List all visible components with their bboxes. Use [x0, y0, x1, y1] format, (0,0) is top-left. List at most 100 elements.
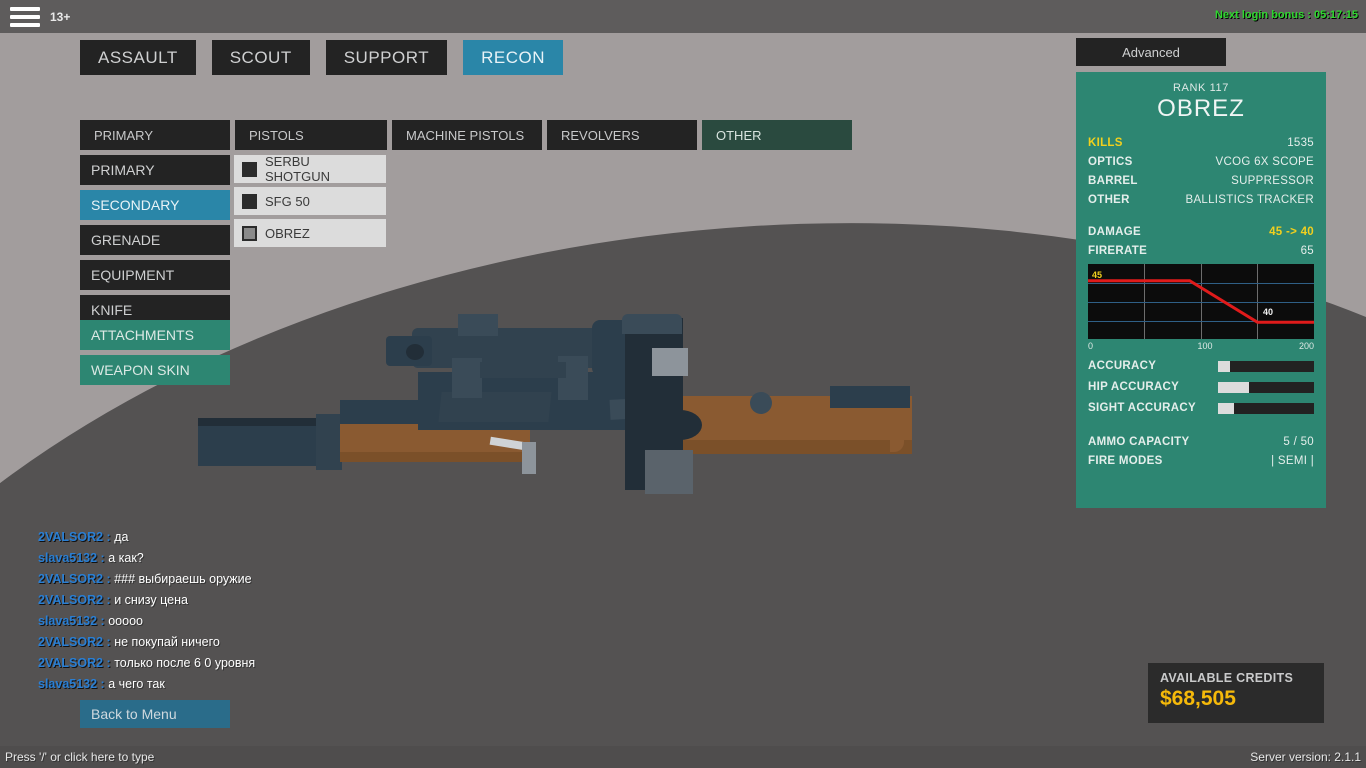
- chat-username: 2VALSOR2 :: [38, 593, 111, 607]
- chat-text: да: [114, 530, 129, 544]
- chat-username: slava5132 :: [38, 614, 105, 628]
- chart-line: [1088, 279, 1314, 324]
- class-tab-recon[interactable]: RECON: [463, 40, 563, 75]
- stat-value: 5 / 50: [1283, 436, 1314, 448]
- credits-amount: $68,505: [1160, 687, 1236, 710]
- weapon-list-item-serbu-shotgun[interactable]: SERBU SHOTGUN: [234, 154, 386, 184]
- weapon-model-obrez: [190, 300, 920, 520]
- chat-message: slava5132 : ооооо: [38, 614, 458, 628]
- advanced-button[interactable]: Advanced: [1076, 38, 1226, 66]
- category-tab-other[interactable]: OTHER: [702, 120, 852, 150]
- x-tick-200: 200: [1298, 341, 1314, 351]
- chat-message: slava5132 : а чего так: [38, 677, 458, 691]
- slot-secondary[interactable]: SECONDARY: [80, 190, 230, 220]
- category-tab-machine-pistols[interactable]: MACHINE PISTOLS: [392, 120, 542, 150]
- category-tab-pistols[interactable]: PISTOLS: [235, 120, 387, 150]
- class-tab-assault[interactable]: ASSAULT: [80, 40, 196, 75]
- login-bonus-timer: Next login bonus : 05:17:15: [1214, 9, 1358, 21]
- stat-row-ammo-capacity: AMMO CAPACITY 5 / 50: [1088, 436, 1314, 448]
- attachments-button[interactable]: ATTACHMENTS: [80, 320, 230, 350]
- chat-text: ооооо: [108, 614, 143, 628]
- accuracy-row: ACCURACY: [1088, 360, 1314, 372]
- stat-value: 1535: [1287, 137, 1314, 149]
- accuracy-bar: [1218, 360, 1314, 372]
- weapon-list-item-obrez[interactable]: OBREZ: [234, 219, 386, 247]
- stat-row-fire-modes: FIRE MODES | SEMI |: [1088, 455, 1314, 467]
- class-tab-scout[interactable]: SCOUT: [211, 40, 310, 75]
- chart-x-axis: 0 100 200: [1088, 341, 1314, 351]
- stat-key: OPTICS: [1088, 156, 1133, 168]
- stat-key: KILLS: [1088, 137, 1123, 149]
- weapon-title: OBREZ: [1157, 95, 1245, 122]
- credits-label: AVAILABLE CREDITS: [1160, 671, 1294, 685]
- chat-text: только после 6 0 уровня: [114, 656, 256, 670]
- damage-falloff-chart: 45 40: [1088, 264, 1314, 339]
- loadout-slot-list: PRIMARY SECONDARY GRENADE EQUIPMENT KNIF…: [80, 155, 230, 330]
- game-screen: 13+ Next login bonus : 05:17:15 ASSAULT …: [0, 0, 1366, 768]
- chat-message: slava5132 : а как?: [38, 551, 458, 565]
- chat-username: 2VALSOR2 :: [38, 635, 111, 649]
- weapon-skin-button[interactable]: WEAPON SKIN: [80, 355, 230, 385]
- chat-username: 2VALSOR2 :: [38, 572, 111, 586]
- bottom-bar: Press '/' or click here to type Server v…: [0, 746, 1366, 768]
- sight-accuracy-row: SIGHT ACCURACY: [1088, 402, 1314, 414]
- hamburger-menu-icon[interactable]: [10, 7, 40, 27]
- stat-key: OTHER: [1088, 194, 1130, 206]
- x-tick-0: 0: [1088, 341, 1094, 351]
- stat-key: BARREL: [1088, 175, 1138, 187]
- x-tick-100: 100: [1197, 341, 1213, 351]
- chat-text: а чего так: [108, 677, 165, 691]
- stat-row-kills: KILLS 1535: [1088, 137, 1314, 149]
- chat-text: не покупай ничего: [114, 635, 220, 649]
- category-tab-primary[interactable]: PRIMARY: [80, 120, 230, 150]
- slot-primary[interactable]: PRIMARY: [80, 155, 230, 185]
- category-tab-revolvers[interactable]: REVOLVERS: [547, 120, 697, 150]
- stat-value: BALLISTICS TRACKER: [1185, 194, 1314, 206]
- chat-username: slava5132 :: [38, 677, 105, 691]
- stat-value: SUPPRESSOR: [1231, 175, 1314, 187]
- weapon-list: SERBU SHOTGUN SFG 50 OBREZ: [234, 154, 386, 251]
- checkbox-icon[interactable]: [242, 193, 257, 209]
- weapon-rank: RANK 117: [1173, 82, 1229, 94]
- weapon-list-item-sfg-50[interactable]: SFG 50: [234, 187, 386, 215]
- action-button-group: ATTACHMENTS WEAPON SKIN: [80, 320, 230, 390]
- stat-key: DAMAGE: [1088, 226, 1141, 238]
- chat-log: 2VALSOR2 : да slava5132 : а как? 2VALSOR…: [38, 530, 458, 698]
- stat-row-optics: OPTICS VCOG 6X SCOPE: [1088, 156, 1314, 168]
- chart-point-label-min: 40: [1263, 307, 1274, 317]
- weapon-label: OBREZ: [265, 225, 310, 241]
- chart-point-label-max: 45: [1092, 270, 1103, 280]
- chat-message: 2VALSOR2 : не покупай ничего: [38, 635, 458, 649]
- stat-value: VCOG 6X SCOPE: [1215, 156, 1314, 168]
- hip-accuracy-row: HIP ACCURACY: [1088, 381, 1314, 393]
- stat-key: FIRERATE: [1088, 245, 1148, 257]
- stat-value: 45 -> 40: [1269, 226, 1314, 238]
- stat-value: | SEMI |: [1271, 455, 1314, 467]
- checkbox-icon[interactable]: [242, 161, 257, 177]
- hip-accuracy-label: HIP ACCURACY: [1088, 381, 1180, 393]
- chat-username: slava5132 :: [38, 551, 105, 565]
- back-to-menu-button[interactable]: Back to Menu: [80, 700, 230, 728]
- stat-value: 65: [1300, 245, 1314, 257]
- available-credits-box: AVAILABLE CREDITS $68,505: [1148, 663, 1324, 723]
- slot-grenade[interactable]: GRENADE: [80, 225, 230, 255]
- sight-accuracy-label: SIGHT ACCURACY: [1088, 402, 1196, 414]
- accuracy-label: ACCURACY: [1088, 360, 1157, 372]
- stat-row-barrel: BARREL SUPPRESSOR: [1088, 175, 1314, 187]
- stat-row-other: OTHER BALLISTICS TRACKER: [1088, 194, 1314, 206]
- server-version-label: Server version: 2.1.1: [1250, 750, 1361, 764]
- slot-equipment[interactable]: EQUIPMENT: [80, 260, 230, 290]
- class-tab-support[interactable]: SUPPORT: [325, 40, 448, 75]
- weapon-label: SFG 50: [265, 193, 310, 209]
- chat-input-hint[interactable]: Press '/' or click here to type: [5, 750, 154, 764]
- hip-accuracy-bar: [1218, 381, 1314, 393]
- chat-message: 2VALSOR2 : только после 6 0 уровня: [38, 656, 458, 670]
- top-bar: 13+ Next login bonus : 05:17:15: [0, 0, 1366, 33]
- sight-accuracy-bar: [1218, 402, 1314, 414]
- stat-key: AMMO CAPACITY: [1088, 436, 1190, 448]
- chat-message: 2VALSOR2 : и снизу цена: [38, 593, 458, 607]
- checkbox-checked-icon[interactable]: [242, 225, 257, 241]
- stat-key: FIRE MODES: [1088, 455, 1163, 467]
- chat-username: 2VALSOR2 :: [38, 530, 111, 544]
